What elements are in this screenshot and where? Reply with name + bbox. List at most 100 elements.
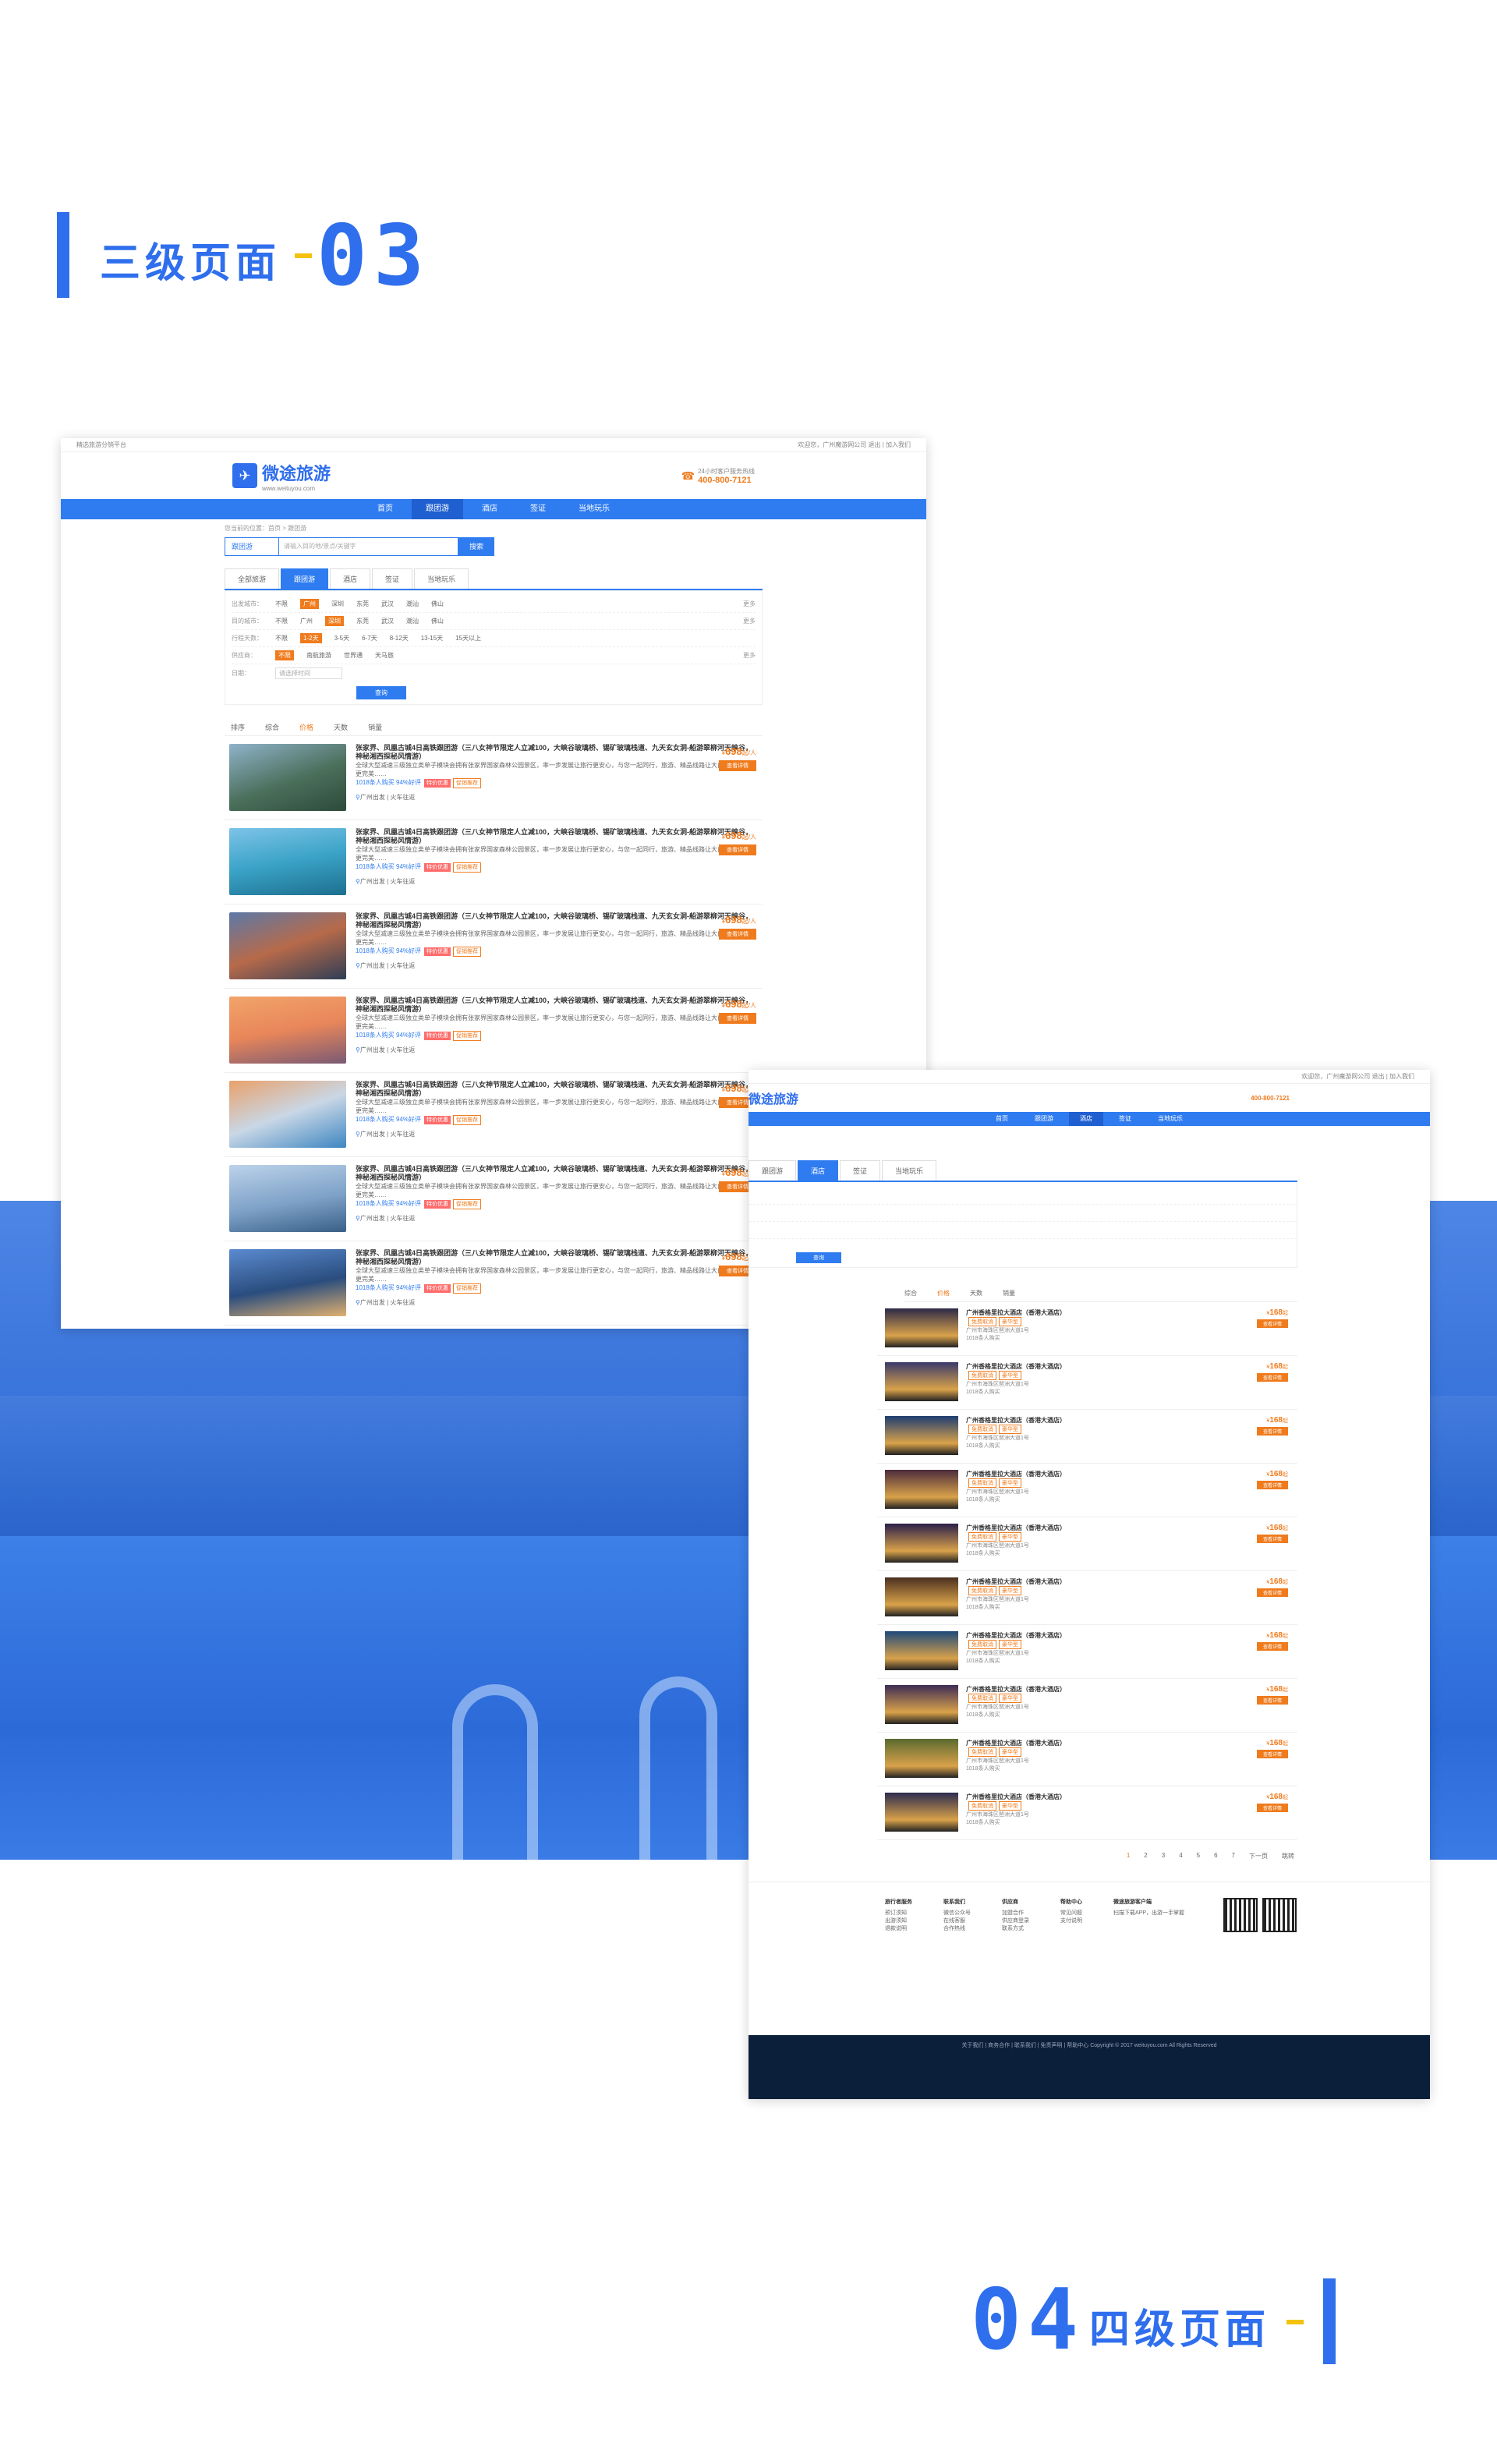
- footer-link[interactable]: 合作热线: [943, 1924, 971, 1932]
- tour-thumbnail[interactable]: [229, 912, 346, 979]
- logo[interactable]: ✈ 微途旅游 www.weituyou.com: [232, 460, 331, 492]
- footer-link[interactable]: 退款说明: [885, 1924, 912, 1932]
- tab[interactable]: 全部旅游: [225, 568, 280, 589]
- item-title[interactable]: 张家界、凤凰古城4日高铁跟团游（三八女神节限定人立减100，大峡谷玻璃桥、锡矿玻…: [356, 744, 758, 761]
- nav-item[interactable]: 跟团游: [1024, 1112, 1064, 1126]
- view-detail-button[interactable]: 查看详情: [1256, 1642, 1288, 1651]
- query-button[interactable]: 查询: [796, 1252, 841, 1263]
- nav-item[interactable]: 酒店: [468, 499, 511, 519]
- filter-option[interactable]: 潮汕: [406, 600, 419, 608]
- hotel-thumbnail[interactable]: [885, 1739, 958, 1778]
- hotel-item[interactable]: 广州香格里拉大酒店（香港大酒店） 免费取消 豪华型 广州市海珠区琶洲大道1号 1018条…: [877, 1625, 1297, 1679]
- filter-option[interactable]: 不限: [275, 634, 288, 643]
- filter-option[interactable]: 佛山: [431, 600, 444, 608]
- tour-thumbnail[interactable]: [229, 744, 346, 811]
- hotel-item[interactable]: 广州香格里拉大酒店（香港大酒店） 免费取消 豪华型 广州市海珠区琶洲大道1号 1018条…: [877, 1302, 1297, 1356]
- item-title[interactable]: 张家界、凤凰古城4日高铁跟团游（三八女神节限定人立减100，大峡谷玻璃桥、锡矿玻…: [356, 1249, 758, 1266]
- footer-link[interactable]: 在线客服: [943, 1917, 971, 1924]
- nav-item[interactable]: 首页: [363, 499, 407, 519]
- hotel-thumbnail[interactable]: [885, 1308, 958, 1347]
- hotel-item[interactable]: 广州香格里拉大酒店（香港大酒店） 免费取消 豪华型 广州市海珠区琶洲大道1号 1018条…: [877, 1517, 1297, 1571]
- footer-link[interactable]: 支付说明: [1060, 1917, 1082, 1924]
- item-title[interactable]: 张家界、凤凰古城4日高铁跟团游（三八女神节限定人立减100，大峡谷玻璃桥、锡矿玻…: [356, 912, 758, 929]
- filter-option[interactable]: 不限: [275, 600, 288, 608]
- hotel-item[interactable]: 广州香格里拉大酒店（香港大酒店） 免费取消 豪华型 广州市海珠区琶洲大道1号 1018条…: [877, 1356, 1297, 1410]
- view-detail-button[interactable]: 查看详情: [1256, 1588, 1288, 1597]
- view-detail-button[interactable]: 查看详情: [719, 1013, 756, 1024]
- filter-option[interactable]: 6-7天: [362, 634, 377, 643]
- page-link[interactable]: 6: [1211, 1851, 1220, 1861]
- hotel-thumbnail[interactable]: [885, 1685, 958, 1724]
- hotel-thumbnail[interactable]: [885, 1470, 958, 1509]
- nav-item[interactable]: 签证: [1108, 1112, 1142, 1126]
- filter-option[interactable]: 世界通: [344, 651, 363, 660]
- filter-option[interactable]: 南航旅游: [306, 651, 331, 660]
- view-detail-button[interactable]: 查看详情: [1256, 1427, 1288, 1436]
- hotel-item[interactable]: 广州香格里拉大酒店（香港大酒店） 免费取消 豪华型 广州市海珠区琶洲大道1号 1018条…: [877, 1571, 1297, 1625]
- hotel-item[interactable]: 广州香格里拉大酒店（香港大酒店） 免费取消 豪华型 广州市海珠区琶洲大道1号 1018条…: [877, 1733, 1297, 1786]
- sort-option[interactable]: 价格: [299, 722, 313, 732]
- tab-active[interactable]: 酒店: [798, 1160, 839, 1181]
- list-item[interactable]: 张家界、凤凰古城4日高铁跟团游（三八女神节限定人立减100，大峡谷玻璃桥、锡矿玻…: [225, 1241, 763, 1326]
- search-button[interactable]: 搜索: [458, 537, 494, 556]
- footer-link[interactable]: 常见问题: [1060, 1909, 1082, 1917]
- footer-link[interactable]: 扫描下载APP，出游一手掌握: [1113, 1909, 1184, 1917]
- date-input[interactable]: 请选择时间: [275, 667, 342, 679]
- footer-link[interactable]: 预订须知: [885, 1909, 912, 1917]
- page-link[interactable]: 5: [1194, 1851, 1203, 1861]
- list-item[interactable]: 张家界、凤凰古城4日高铁跟团游（三八女神节限定人立减100，大峡谷玻璃桥、锡矿玻…: [225, 905, 763, 989]
- hotel-name[interactable]: 广州香格里拉大酒店（香港大酒店）: [966, 1631, 1066, 1640]
- page-link[interactable]: 2: [1141, 1851, 1150, 1861]
- filter-option[interactable]: 不限: [275, 617, 288, 625]
- hotel-name[interactable]: 广州香格里拉大酒店（香港大酒店）: [966, 1685, 1066, 1694]
- top-bar-user[interactable]: 欢迎您，广州魔游网公司 退出 | 加入我们: [798, 441, 911, 449]
- view-detail-button[interactable]: 查看详情: [719, 844, 756, 855]
- filter-option[interactable]: 佛山: [431, 617, 444, 625]
- view-detail-button[interactable]: 查看详情: [1256, 1535, 1288, 1543]
- filter-option[interactable]: 不限: [275, 650, 294, 660]
- nav-item[interactable]: 签证: [516, 499, 560, 519]
- tour-thumbnail[interactable]: [229, 828, 346, 895]
- tab-active[interactable]: 跟团游: [281, 568, 329, 589]
- hotel-thumbnail[interactable]: [885, 1416, 958, 1455]
- hotel-thumbnail[interactable]: [885, 1362, 958, 1401]
- item-title[interactable]: 张家界、凤凰古城4日高铁跟团游（三八女神节限定人立减100，大峡谷玻璃桥、锡矿玻…: [356, 1081, 758, 1098]
- query-button[interactable]: 查询: [356, 686, 406, 699]
- hotel-name[interactable]: 广州香格里拉大酒店（香港大酒店）: [966, 1416, 1066, 1425]
- hotel-name[interactable]: 广州香格里拉大酒店（香港大酒店）: [966, 1577, 1066, 1586]
- filter-option[interactable]: 8-12天: [390, 634, 409, 643]
- list-item[interactable]: 张家界、凤凰古城4日高铁跟团游（三八女神节限定人立减100，大峡谷玻璃桥、锡矿玻…: [225, 820, 763, 905]
- nav-item[interactable]: 首页: [985, 1112, 1019, 1126]
- hotel-thumbnail[interactable]: [885, 1577, 958, 1616]
- footer-link[interactable]: 微信公众号: [943, 1909, 971, 1917]
- tab[interactable]: 酒店: [330, 568, 371, 589]
- hotel-name[interactable]: 广州香格里拉大酒店（香港大酒店）: [966, 1362, 1066, 1371]
- hotel-name[interactable]: 广州香格里拉大酒店（香港大酒店）: [966, 1308, 1066, 1317]
- hotel-name[interactable]: 广州香格里拉大酒店（香港大酒店）: [966, 1470, 1066, 1478]
- item-title[interactable]: 张家界、凤凰古城4日高铁跟团游（三八女神节限定人立减100，大峡谷玻璃桥、锡矿玻…: [356, 997, 758, 1014]
- page-link[interactable]: 4: [1176, 1851, 1185, 1861]
- filter-more-link[interactable]: 更多: [743, 617, 756, 625]
- hotel-item[interactable]: 广州香格里拉大酒店（香港大酒店） 免费取消 豪华型 广州市海珠区琶洲大道1号 1018条…: [877, 1410, 1297, 1464]
- tab[interactable]: 跟团游: [748, 1160, 797, 1181]
- sort-option[interactable]: 天数: [334, 722, 348, 732]
- nav-item-active[interactable]: 酒店: [1069, 1112, 1103, 1126]
- nav-item[interactable]: 当地玩乐: [1147, 1112, 1194, 1126]
- list-item[interactable]: 张家界、凤凰古城4日高铁跟团游（三八女神节限定人立减100，大峡谷玻璃桥、锡矿玻…: [225, 736, 763, 820]
- view-detail-button[interactable]: 查看详情: [1256, 1319, 1288, 1328]
- search-input[interactable]: 请输入目的地/景点/关键字: [279, 537, 458, 556]
- page-link[interactable]: 跳转: [1279, 1851, 1297, 1861]
- logo[interactable]: 微途旅游: [748, 1089, 798, 1107]
- tour-thumbnail[interactable]: [229, 1165, 346, 1232]
- filter-option[interactable]: 广州: [300, 599, 319, 609]
- view-detail-button[interactable]: 查看详情: [719, 929, 756, 940]
- filter-option[interactable]: 3-5天: [334, 634, 350, 643]
- nav-item-active[interactable]: 跟团游: [412, 499, 463, 519]
- list-item[interactable]: 张家界、凤凰古城4日高铁跟团游（三八女神节限定人立减100，大峡谷玻璃桥、锡矿玻…: [225, 1073, 763, 1157]
- tour-thumbnail[interactable]: [229, 1249, 346, 1316]
- list-item[interactable]: 张家界、凤凰古城4日高铁跟团游（三八女神节限定人立减100，大峡谷玻璃桥、锡矿玻…: [225, 989, 763, 1073]
- filter-option[interactable]: 广州: [300, 617, 313, 625]
- search-type-select[interactable]: 跟团游: [225, 537, 279, 556]
- hotel-item[interactable]: 广州香格里拉大酒店（香港大酒店） 免费取消 豪华型 广州市海珠区琶洲大道1号 1018条…: [877, 1464, 1297, 1517]
- filter-option[interactable]: 武汉: [381, 617, 394, 625]
